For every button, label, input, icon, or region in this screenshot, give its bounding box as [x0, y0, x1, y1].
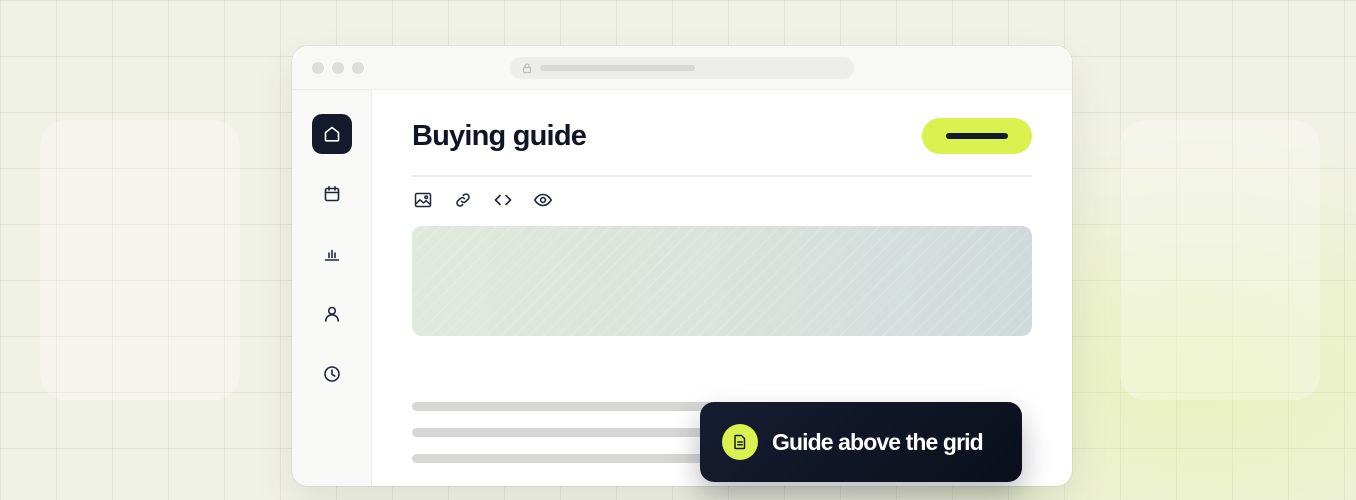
page-title: Buying guide — [412, 120, 587, 152]
code-icon — [494, 194, 512, 206]
image-icon — [414, 192, 432, 208]
toolbar-image-button[interactable] — [409, 186, 437, 214]
link-icon — [456, 193, 470, 207]
background-ghost-card-left — [40, 120, 240, 400]
eye-icon — [533, 193, 553, 207]
toast-notification: Guide above the grid — [700, 402, 1022, 482]
bar-chart-icon — [324, 249, 340, 261]
sidebar — [292, 90, 372, 486]
toolbar-preview-button[interactable] — [529, 186, 557, 214]
clock-icon — [324, 366, 340, 382]
text-line-placeholder — [412, 454, 712, 463]
home-icon — [324, 126, 340, 142]
sidebar-item-history[interactable] — [312, 354, 352, 394]
sidebar-item-calendar[interactable] — [312, 174, 352, 214]
button-label-placeholder — [946, 133, 1008, 139]
calendar-icon — [324, 186, 340, 202]
url-placeholder-line — [540, 65, 695, 71]
address-bar[interactable] — [510, 57, 854, 79]
browser-titlebar — [292, 46, 1072, 90]
image-placeholder — [412, 226, 1032, 336]
sidebar-item-home[interactable] — [312, 114, 352, 154]
sidebar-item-profile[interactable] — [312, 294, 352, 334]
divider — [412, 175, 1032, 177]
user-icon — [325, 306, 339, 322]
background-ghost-card-right — [1120, 120, 1320, 400]
primary-action-button[interactable] — [922, 118, 1032, 154]
toolbar-link-button[interactable] — [449, 186, 477, 214]
document-icon — [734, 434, 746, 450]
window-close-dot[interactable] — [312, 62, 324, 74]
window-maximize-dot[interactable] — [352, 62, 364, 74]
toast-icon-badge — [722, 424, 758, 460]
toolbar-code-button[interactable] — [489, 186, 517, 214]
window-minimize-dot[interactable] — [332, 62, 344, 74]
lock-icon — [522, 63, 532, 74]
sidebar-item-stats[interactable] — [312, 234, 352, 274]
toast-message: Guide above the grid — [772, 429, 984, 455]
